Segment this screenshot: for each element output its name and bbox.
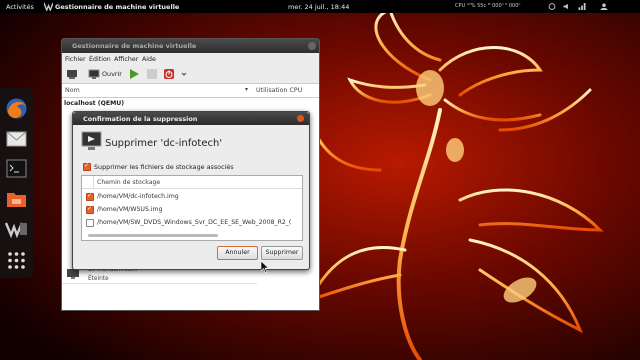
files-icon[interactable] <box>4 186 29 211</box>
storage-row[interactable]: /home/VM/dc-infotech.img <box>82 190 302 203</box>
main-window-title: Gestionnaire de machine virtuelle <box>72 42 197 50</box>
virt-manager-app-icon <box>44 2 53 11</box>
accessibility-icon[interactable] <box>548 3 556 10</box>
col-cpu-header[interactable]: Utilisation CPU <box>256 87 302 94</box>
delete-confirmation-dialog: Confirmation de la suppression Supprimer… <box>72 111 310 270</box>
virt-manager-icon[interactable] <box>4 216 29 241</box>
horizontal-scrollbar[interactable] <box>88 234 218 237</box>
storage-path: /home/VM/SW_DVDS_Windows_Svr_DC_EE_SE_We… <box>97 219 292 226</box>
col-name-header[interactable]: Nom <box>65 87 80 94</box>
top-bar: Activités Gestionnaire de machine virtue… <box>0 0 640 13</box>
run-icon[interactable] <box>128 68 140 80</box>
pause-icon[interactable] <box>146 68 158 80</box>
dialog-titlebar[interactable]: Confirmation de la suppression <box>73 112 309 125</box>
shutdown-icon[interactable] <box>163 68 175 80</box>
clock[interactable]: mer. 24 juil., 18:44 <box>288 3 349 11</box>
storage-row[interactable]: /home/VM/WSUS.img <box>82 203 302 216</box>
open-console-icon[interactable] <box>88 68 100 80</box>
menu-fichier[interactable]: Fichier <box>65 56 86 63</box>
main-titlebar[interactable]: Gestionnaire de machine virtuelle <box>62 39 319 53</box>
cancel-button[interactable]: Annuler <box>217 246 258 260</box>
dialog-title: Confirmation de la suppression <box>83 115 198 123</box>
delete-storage-checkbox[interactable] <box>83 162 91 171</box>
chevron-down-icon[interactable]: ▾ <box>245 86 248 93</box>
firefox-icon[interactable] <box>4 96 29 121</box>
user-icon[interactable] <box>600 3 608 10</box>
terminal-icon[interactable] <box>4 156 29 181</box>
toolbar: Ouvrir <box>62 66 319 84</box>
menu-edition[interactable]: Édition <box>89 56 111 63</box>
storage-path-list[interactable]: Chemin de stockage /home/VM/dc-infotech.… <box>81 175 303 241</box>
activities-button[interactable]: Activités <box>6 3 34 11</box>
vm-row[interactable] <box>62 283 257 304</box>
volume-icon[interactable] <box>563 3 571 10</box>
menu-aide[interactable]: Aide <box>142 56 156 63</box>
storage-row-checkbox[interactable] <box>86 205 94 214</box>
close-icon[interactable] <box>308 42 316 50</box>
show-apps-icon[interactable] <box>4 248 29 273</box>
chevron-down-icon[interactable] <box>180 68 188 80</box>
storage-path: /home/VM/WSUS.img <box>97 206 163 213</box>
check-column-header <box>84 176 94 188</box>
storage-path: /home/VM/dc-infotech.img <box>97 193 179 200</box>
delete-button[interactable]: Supprimer <box>261 246 303 260</box>
dash-sidebar <box>0 88 33 278</box>
storage-path-header[interactable]: Chemin de stockage <box>97 179 160 186</box>
menu-bar: Fichier Édition Afficher Aide <box>62 54 319 65</box>
new-vm-icon[interactable] <box>66 68 78 80</box>
vm-console-icon <box>81 131 102 150</box>
storage-list-header: Chemin de stockage <box>82 176 302 189</box>
storage-row-checkbox[interactable] <box>86 192 94 201</box>
network-icon[interactable] <box>578 3 586 10</box>
vm-state: Éteinte <box>88 276 109 282</box>
storage-row-checkbox[interactable] <box>86 219 94 227</box>
host-group-label[interactable]: localhost (QEMU) <box>64 100 124 107</box>
delete-storage-label[interactable]: Supprimer les fichiers de stockage assoc… <box>94 163 234 171</box>
dialog-heading: Supprimer 'dc-infotech' <box>105 138 223 149</box>
storage-row[interactable]: /home/VM/SW_DVDS_Windows_Svr_DC_EE_SE_We… <box>82 216 302 229</box>
open-button[interactable]: Ouvrir <box>102 70 122 82</box>
menu-afficher[interactable]: Afficher <box>114 56 138 63</box>
mail-icon[interactable] <box>4 126 29 151</box>
vm-list-header: Nom ▾ Utilisation CPU <box>62 84 319 98</box>
close-icon[interactable] <box>297 115 304 122</box>
app-menu[interactable]: Gestionnaire de machine virtuelle <box>55 3 179 11</box>
mouse-cursor-icon <box>261 261 269 273</box>
system-monitor-tray[interactable]: CPU ⁴⁷% 55c ᴹ 000ⁿ ⁰ 000ⁿ <box>455 3 520 9</box>
